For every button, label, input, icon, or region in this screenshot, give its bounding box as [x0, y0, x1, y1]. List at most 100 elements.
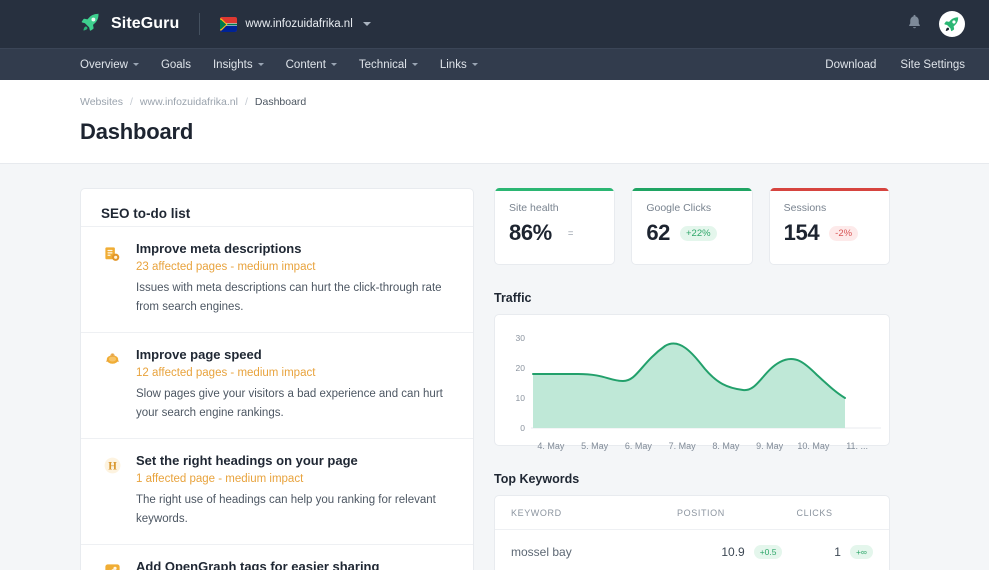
site-url-label: www.infozuidafrika.nl [245, 18, 353, 30]
meta-description-icon [101, 243, 123, 265]
column-header-clicks: CLICKS [796, 508, 833, 518]
clicks-value: 1 [834, 545, 841, 559]
rocket-icon [80, 11, 102, 38]
nav-item-insights[interactable]: Insights [213, 59, 264, 71]
top-keywords-table: KEYWORD POSITION CLICKS mossel bay 10.9 … [494, 495, 890, 570]
x-tick: 5. May [581, 441, 609, 451]
header-divider [199, 13, 201, 35]
site-selector[interactable]: www.infozuidafrika.nl [220, 16, 371, 32]
keyword-cell: mossel bay [511, 543, 663, 561]
todo-body: Set the right headings on your page 1 af… [136, 453, 453, 529]
stat-value: 86% [509, 220, 552, 245]
stat-row: 62 +22% [646, 220, 737, 246]
y-tick-30: 30 [516, 333, 526, 343]
chevron-down-icon [362, 22, 371, 26]
stat-cards: Site health 86% = Google Clicks 62 +22% … [494, 188, 890, 265]
nav-item-links[interactable]: Links [440, 59, 478, 71]
chevron-down-icon [411, 63, 418, 66]
turtle-icon [101, 349, 123, 371]
table-header-row: KEYWORD POSITION CLICKS [495, 496, 889, 530]
traffic-chart-card: 30 20 10 0 4. May 5. May 6. May 7. May 8… [494, 314, 890, 451]
todo-column: SEO to-do list Improve meta descriptions… [80, 188, 474, 570]
page-title: Dashboard [80, 119, 194, 144]
position-value: 10.9 [721, 545, 745, 559]
brand-logo[interactable]: SiteGuru [80, 11, 179, 38]
x-tick: 4. May [537, 441, 565, 451]
todo-meta: 1 affected page - medium impact [136, 472, 304, 485]
avatar[interactable] [939, 11, 965, 37]
position-cell: 10.9 +0.5 [663, 545, 783, 559]
y-tick-10: 10 [516, 393, 526, 403]
nav-item-download[interactable]: Download [825, 59, 876, 71]
stat-top-bar [632, 188, 752, 191]
chevron-down-icon [132, 63, 139, 66]
south-africa-flag-favicon [220, 16, 238, 32]
nav-label: Technical [358, 58, 407, 71]
todo-meta: 23 affected pages - medium impact [136, 261, 316, 273]
seo-todo-title: SEO to-do list [101, 206, 191, 221]
top-bar: SiteGuru www.infozuidafrika.nl [0, 0, 989, 48]
x-tick: 7. May [668, 441, 696, 451]
brand-name: SiteGuru [111, 15, 180, 32]
todo-heading: Improve page speed [136, 346, 262, 362]
nav-item-technical[interactable]: Technical [359, 59, 418, 71]
breadcrumb: Websites / www.infozuidafrika.nl / Dashb… [80, 96, 965, 108]
todo-item[interactable]: Improve meta descriptions 23 affected pa… [81, 226, 473, 332]
chart-area-fill [533, 343, 845, 428]
todo-heading: Improve meta descriptions [136, 241, 302, 256]
breadcrumb-separator: / [244, 96, 248, 108]
todo-item[interactable]: H Set the right headings on your page 1 … [81, 437, 473, 544]
stat-card-sessions[interactable]: Sessions 154 -2% [768, 188, 890, 265]
position-change-badge: +0.5 [753, 545, 783, 559]
keyword-link[interactable]: mossel bay [511, 545, 572, 559]
top-keywords-heading: Top Keywords [494, 472, 580, 486]
todo-item[interactable]: Improve page speed 12 affected pages - m… [81, 331, 473, 438]
todo-description: Issues with meta descriptions can hurt t… [136, 282, 442, 313]
chart-x-axis: 4. May 5. May 6. May 7. May 8. May 9. Ma… [505, 441, 879, 451]
top-bar-actions [906, 11, 965, 37]
todo-meta: 12 affected pages - medium impact [136, 366, 316, 379]
breadcrumb-separator: / [130, 96, 133, 108]
breadcrumb-site[interactable]: www.infozuidafrika.nl [140, 96, 238, 108]
breadcrumb-websites[interactable]: Websites [80, 96, 123, 108]
todo-body: Improve page speed 12 affected pages - m… [136, 347, 453, 423]
nav-item-overview[interactable]: Overview [80, 59, 139, 71]
nav-label: Overview [80, 58, 128, 71]
nav-label: Links [439, 58, 467, 71]
todo-heading: Add OpenGraph tags for easier sharing [136, 558, 380, 570]
traffic-chart: 30 20 10 0 4. May 5. May 6. May 7. May 8… [505, 327, 881, 451]
traffic-heading: Traffic [494, 291, 532, 305]
nav-label: Insights [212, 58, 253, 71]
todo-description: The right use of headings can help you r… [136, 493, 436, 525]
y-tick-0: 0 [520, 423, 525, 433]
nav-label: Site Settings [900, 58, 965, 71]
table-row[interactable]: mossel bay 10.9 +0.5 1 +∞ [495, 530, 889, 570]
column-header-keyword: KEYWORD [511, 508, 562, 518]
metrics-column: Site health 86% = Google Clicks 62 +22% … [494, 188, 890, 570]
nav-actions: Download Site Settings [825, 59, 965, 71]
x-tick: 6. May [624, 441, 652, 451]
todo-body: Improve meta descriptions 23 affected pa… [136, 241, 453, 317]
nav-item-content[interactable]: Content [286, 59, 337, 71]
nav-label: Goals [160, 58, 191, 71]
clicks-change-badge: +∞ [849, 545, 873, 559]
nav-label: Download [825, 58, 877, 71]
chevron-down-icon [330, 63, 337, 66]
stat-label: Site health [509, 202, 559, 214]
todo-body: Add OpenGraph tags for easier sharing 11… [136, 559, 453, 570]
heading-h-icon: H [101, 455, 123, 477]
nav-item-goals[interactable]: Goals [161, 59, 191, 71]
status-badge: -2% [829, 225, 859, 241]
stat-top-bar [495, 188, 615, 191]
x-tick: 11. ... [846, 441, 869, 451]
stat-value: 62 [646, 220, 670, 245]
bell-icon[interactable] [906, 13, 923, 36]
todo-description: Slow pages give your visitors a bad expe… [136, 387, 443, 419]
svg-text:H: H [108, 461, 117, 473]
todo-item[interactable]: Add OpenGraph tags for easier sharing 11… [81, 543, 473, 570]
stat-card-site-health[interactable]: Site health 86% = [494, 188, 616, 265]
nav-item-site-settings[interactable]: Site Settings [900, 59, 965, 71]
stat-row: 154 -2% [784, 220, 875, 246]
stat-card-google-clicks[interactable]: Google Clicks 62 +22% [631, 188, 753, 265]
status-badge: = [567, 227, 574, 239]
